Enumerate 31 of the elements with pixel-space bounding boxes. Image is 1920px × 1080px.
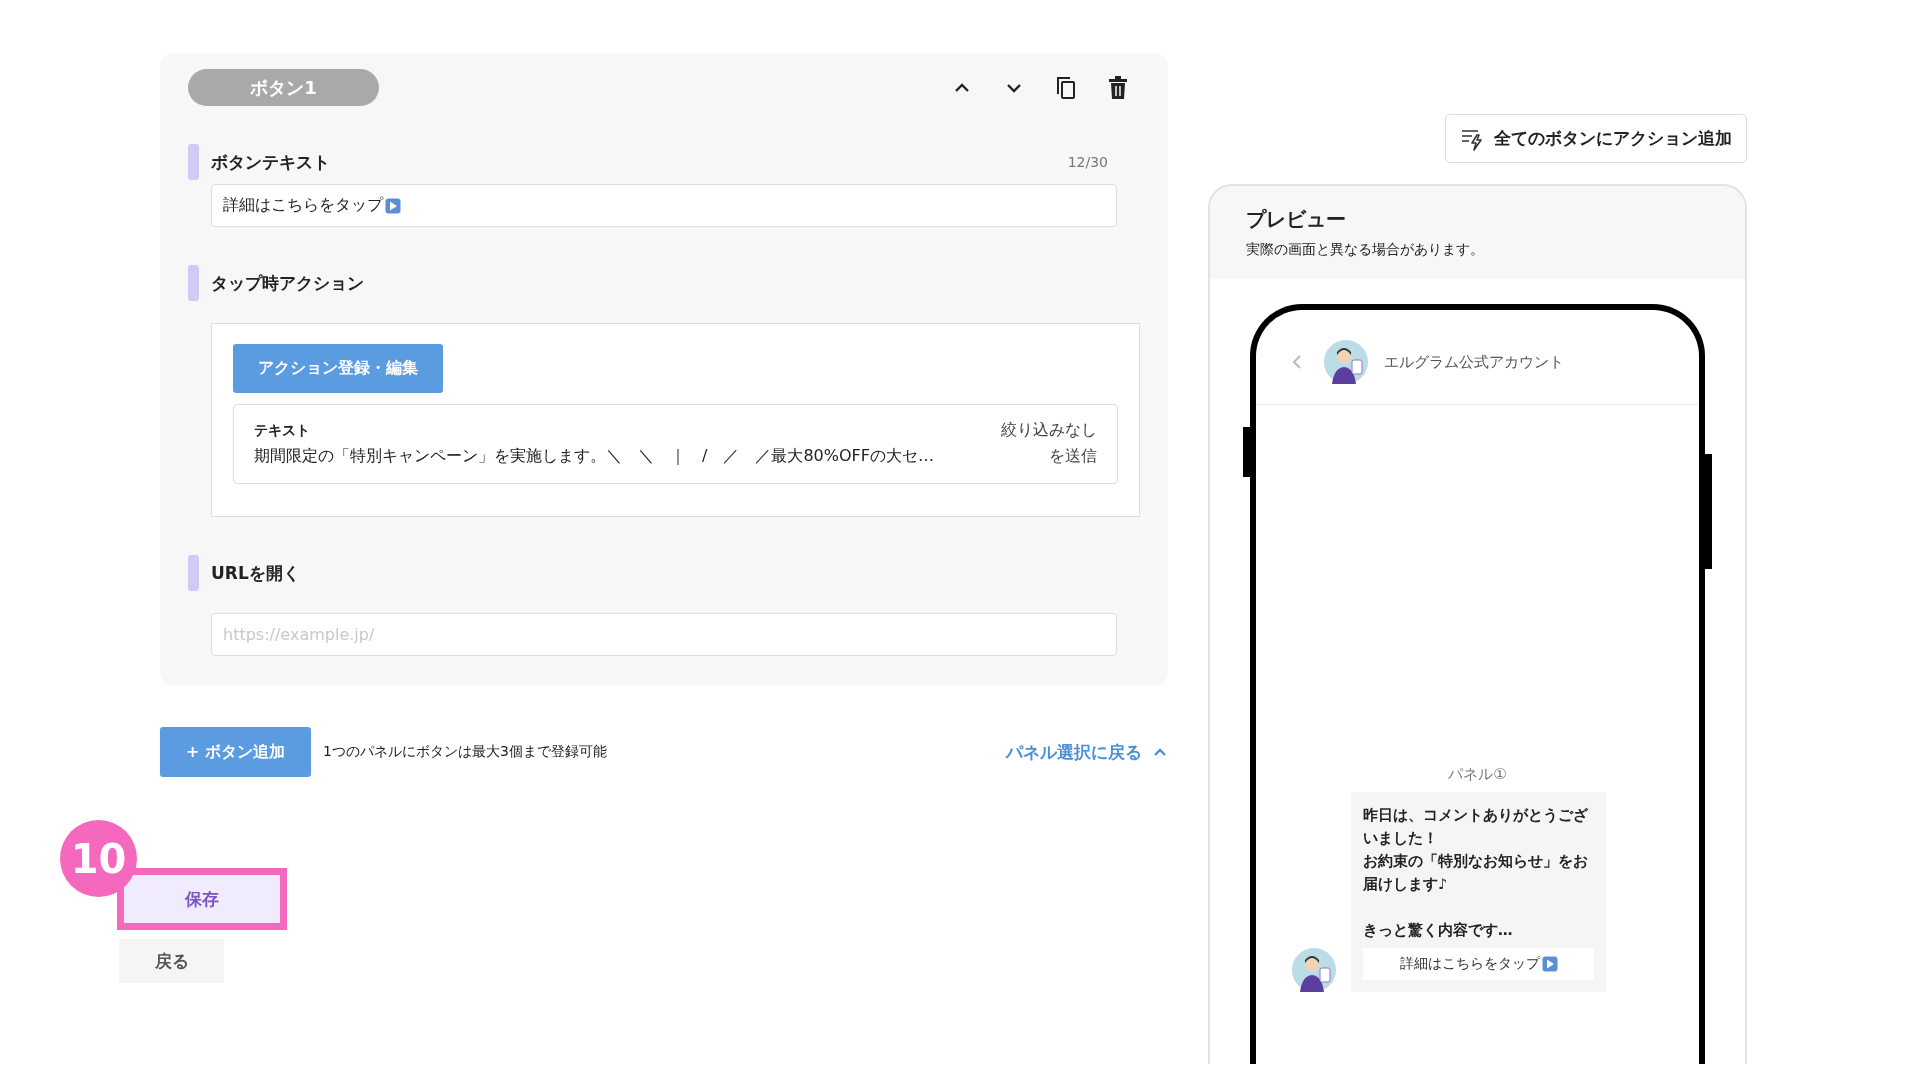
message-text: きっと驚く内容です… [1363,921,1514,940]
section-marker [188,555,199,591]
copy-icon[interactable] [1056,75,1076,100]
button-title: ボタン1 [188,69,379,106]
filter-label: 絞り込みなし [1001,419,1097,441]
message-button[interactable]: 詳細はこちらをタップ [1363,948,1594,980]
character-counter: 12/30 [1067,154,1108,170]
action-type: テキスト [254,421,310,440]
action-message-text: 期間限定の「特別キャンペーン」を実施します。＼ ＼ ｜ / ／ ／最大80%OFFの大セ… [254,445,934,467]
panel-label: パネル① [1447,765,1508,784]
message-text: 昨日は、コメントありがとうございました！ [1363,806,1589,848]
text-input-field[interactable]: 詳細はこちらをタップ [211,184,1117,227]
preview-subtitle: 実際の画面と異なる場合があります。 [1246,241,1485,259]
section-label: タップ時アクション [211,271,364,295]
action-suffix: を送信 [1049,445,1097,467]
step-badge: 10 [60,820,137,897]
back-button[interactable]: 戻る [119,939,224,983]
section-label: ボタンテキスト [211,150,330,174]
account-name: エルグラム公式アカウント [1384,352,1564,372]
limit-note: 1つのパネルにボタンは最大3個まで登録可能 [323,743,607,761]
preview-title: プレビュー [1246,206,1347,233]
play-icon [385,197,401,214]
section-label: URLを開く [211,561,300,585]
section-marker [188,265,199,301]
avatar-icon [1292,948,1336,992]
trash-icon[interactable] [1108,75,1128,100]
add-action-all-button[interactable]: 全てのボタンにアクション追加 [1445,114,1747,163]
message-text: お約束の「特別なお知らせ」をお届けします♪ [1363,852,1589,894]
avatar-icon [1324,340,1368,384]
section-marker [188,144,199,180]
play-icon [1541,956,1558,972]
